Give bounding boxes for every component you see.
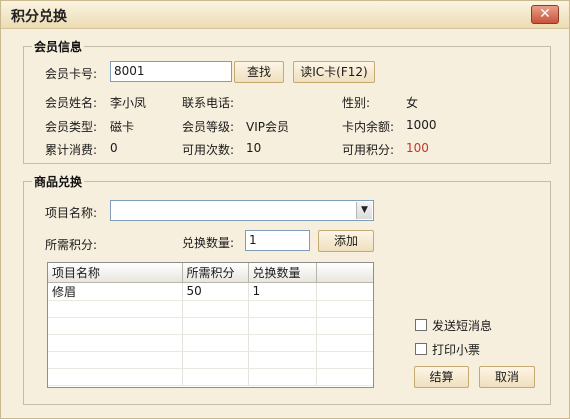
member-info-group: 会员信息 [23,38,551,164]
table-row-empty [48,351,373,369]
read-ic-card-button[interactable]: 读IC卡(F12) [293,61,375,83]
exchange-qty-input[interactable]: 1 [245,230,310,251]
card-number-label: 会员卡号: [45,67,98,81]
table-header-row: 项目名称 所需积分 兑换数量 [48,263,373,283]
window-title: 积分兑换 [11,9,67,25]
item-name-select[interactable]: ▼ [110,200,374,221]
column-header-points[interactable]: 所需积分 [182,263,249,283]
member-type-value: 磁卡 [110,120,135,134]
find-button[interactable]: 查找 [234,61,284,83]
card-number-input[interactable]: 8001 [110,61,232,82]
close-icon: ✕ [539,6,551,22]
available-times-label: 可用次数: [182,143,235,157]
available-times-value: 10 [246,141,262,155]
exchange-qty-label: 兑换数量: [182,236,235,250]
cell-empty [316,282,373,301]
phone-label: 联系电话: [182,96,235,110]
cell-exchange-qty: 1 [248,282,317,301]
table-row-empty [48,334,373,352]
table-row[interactable]: 修眉 50 1 [48,282,373,301]
card-balance-value: 1000 [406,118,437,132]
cell-item-name: 修眉 [48,282,183,301]
available-points-value: 100 [406,141,429,155]
checkout-button[interactable]: 结算 [414,366,469,388]
goods-exchange-legend: 商品兑换 [34,175,83,189]
dropdown-arrow-icon[interactable]: ▼ [356,202,372,219]
title-bar: 积分兑换 ✕ [1,1,569,29]
table-row-empty [48,368,373,386]
checkout-button-label: 结算 [429,370,454,384]
exchange-qty-value: 1 [249,233,257,247]
add-button-label: 添加 [333,234,358,248]
card-number-value: 8001 [114,64,145,78]
close-button[interactable]: ✕ [531,5,559,24]
member-type-label: 会员类型: [45,120,98,134]
print-receipt-label[interactable]: 打印小票 [432,341,480,358]
member-level-value: VIP会员 [246,120,289,134]
read-ic-card-button-label: 读IC卡(F12) [300,65,368,79]
cancel-button-label: 取消 [494,370,519,384]
item-name-label: 项目名称: [45,206,98,220]
required-points-label: 所需积分: [45,238,98,252]
points-exchange-window: 积分兑换 ✕ 会员信息 会员卡号: 8001 查找 读IC卡(F12) 会员姓名… [0,0,570,419]
column-header-filler [316,263,373,283]
member-name-value: 李小凤 [110,96,147,110]
cell-required-points: 50 [182,282,249,301]
add-button[interactable]: 添加 [318,230,374,252]
card-balance-label: 卡内余额: [342,120,395,134]
find-button-label: 查找 [246,65,271,79]
exchange-items-table[interactable]: 项目名称 所需积分 兑换数量 修眉 50 1 [47,262,374,388]
table-row-empty [48,300,373,318]
cancel-button[interactable]: 取消 [479,366,535,388]
gender-label: 性别: [342,96,371,110]
member-info-legend: 会员信息 [34,40,83,54]
gender-value: 女 [406,96,419,110]
available-points-label: 可用积分: [342,143,395,157]
member-level-label: 会员等级: [182,120,235,134]
column-header-qty[interactable]: 兑换数量 [248,263,317,283]
column-header-item[interactable]: 项目名称 [48,263,183,283]
member-name-label: 会员姓名: [45,96,98,110]
print-receipt-checkbox[interactable] [415,343,427,355]
table-row-empty [48,317,373,335]
send-sms-checkbox[interactable] [415,319,427,331]
total-spend-value: 0 [110,141,118,155]
send-sms-label[interactable]: 发送短消息 [432,317,492,334]
total-spend-label: 累计消费: [45,143,98,157]
